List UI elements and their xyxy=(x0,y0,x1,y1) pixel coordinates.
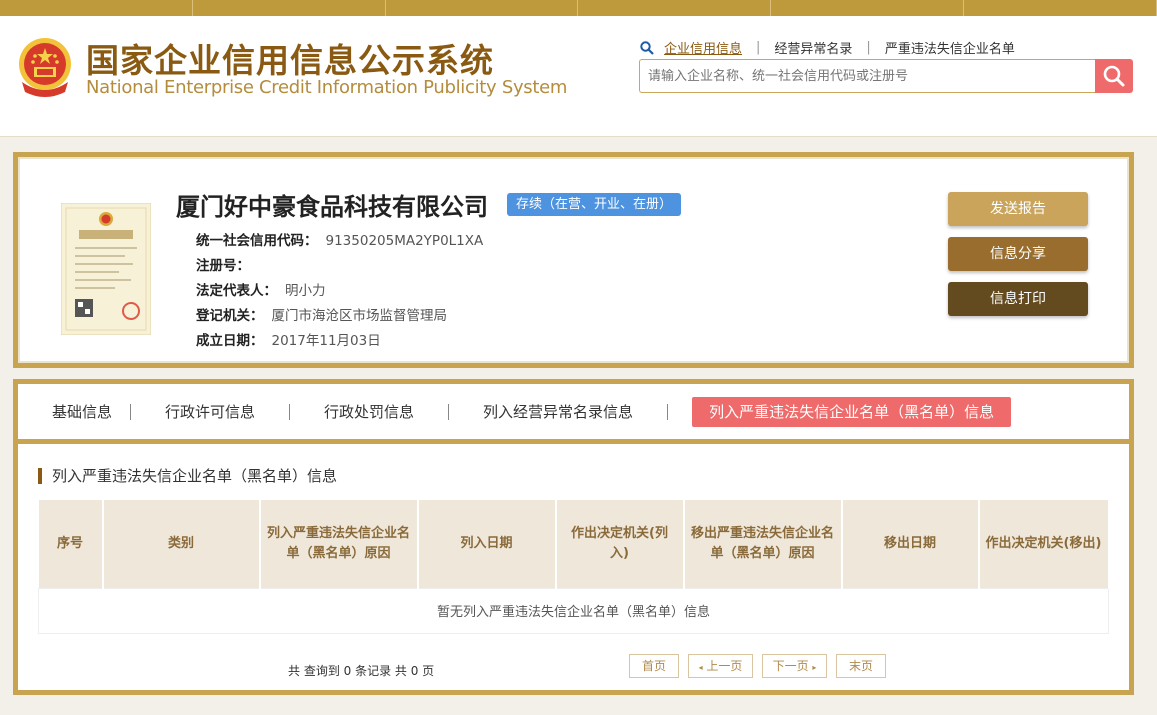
next-page-button[interactable]: 下一页 ▸ xyxy=(762,654,827,678)
tab-admin-license[interactable]: 行政许可信息 xyxy=(131,397,289,427)
tab-abnormal-list[interactable]: 列入经营异常名录信息 xyxy=(449,397,667,427)
column-header: 列入日期 xyxy=(417,500,557,588)
column-header: 移出严重违法失信企业名单（黑名单）原因 xyxy=(683,500,843,588)
nav-separator: | xyxy=(866,40,871,55)
site-subtitle: National Enterprise Credit Information P… xyxy=(86,77,568,98)
empty-message: 暂无列入严重违法失信企业名单（黑名单）信息 xyxy=(38,587,1109,634)
field-establish-date: 成立日期： 2017年11月03日 xyxy=(196,329,381,349)
search-input[interactable] xyxy=(639,59,1095,93)
search-icon xyxy=(640,40,654,55)
detail-panel: 基础信息 行政许可信息 行政处罚信息 列入经营异常名录信息 列入严重违法失信企业… xyxy=(13,379,1134,695)
column-header: 序号 xyxy=(38,500,104,588)
field-value: 明小力 xyxy=(285,283,326,299)
field-label: 注册号： xyxy=(196,258,250,274)
company-name: 厦门好中豪食品科技有限公司 xyxy=(176,193,488,221)
tab-basic-info[interactable]: 基础信息 xyxy=(34,397,130,427)
company-info-panel: 厦门好中豪食品科技有限公司 存续（在营、开业、在册） 统一社会信用代码： 9135… xyxy=(13,152,1134,368)
section-title: 列入严重违法失信企业名单（黑名单）信息 xyxy=(38,468,337,484)
tab-blacklist[interactable]: 列入严重违法失信企业名单（黑名单）信息 xyxy=(692,396,1012,427)
next-page-label: 下一页 xyxy=(772,659,809,673)
field-label: 成立日期： xyxy=(196,333,264,349)
nav-link-abnormal-list[interactable]: 经营异常名录 xyxy=(774,38,852,57)
print-info-button[interactable]: 信息打印 xyxy=(948,282,1088,316)
field-reg-no: 注册号： xyxy=(196,254,258,274)
top-stripe xyxy=(0,0,1157,16)
send-report-button[interactable]: 发送报告 xyxy=(948,192,1088,226)
status-badge: 存续（在营、开业、在册） xyxy=(507,193,682,216)
search-button[interactable] xyxy=(1095,59,1133,93)
column-header: 类别 xyxy=(102,500,261,588)
prev-page-label: 上一页 xyxy=(706,659,743,673)
field-value: 2017年11月03日 xyxy=(271,333,381,349)
chevron-left-icon: ◂ xyxy=(698,663,703,672)
field-label: 登记机关： xyxy=(196,308,264,324)
nav-link-blacklist[interactable]: 严重违法失信企业名单 xyxy=(885,38,1015,57)
header-nav: 企业信用信息 | 经营异常名录 | 严重违法失信企业名单 xyxy=(640,38,1015,57)
tab-divider xyxy=(667,403,669,420)
national-emblem-icon xyxy=(19,38,71,97)
last-page-button[interactable]: 末页 xyxy=(836,654,886,678)
nav-separator: | xyxy=(756,40,761,55)
field-value: 91350205MA2YP0L1XA xyxy=(325,233,484,249)
magnifier-icon xyxy=(1103,65,1125,87)
nav-link-credit-info[interactable]: 企业信用信息 xyxy=(664,38,742,57)
column-header: 作出决定机关(移出) xyxy=(978,500,1110,588)
column-header: 移出日期 xyxy=(841,500,980,588)
field-registration-authority: 登记机关： 厦门市海沧区市场监督管理局 xyxy=(196,304,447,324)
pager-info: 共 查询到 0 条记录 共 0 页 xyxy=(288,664,435,678)
table-row: 暂无列入严重违法失信企业名单（黑名单）信息 xyxy=(38,587,1109,634)
table-header-row: 序号 类别 列入严重违法失信企业名单（黑名单）原因 列入日期 作出决定机关(列入… xyxy=(38,500,1110,588)
column-header: 作出决定机关(列入) xyxy=(555,500,685,588)
tab-content: 列入严重违法失信企业名单（黑名单）信息 序号 类别 列入严重违法失信企业名单（黑… xyxy=(18,444,1129,690)
tab-admin-penalty[interactable]: 行政处罚信息 xyxy=(290,397,448,427)
prev-page-button[interactable]: ◂ 上一页 xyxy=(688,654,753,678)
business-license-image xyxy=(61,203,151,335)
field-label: 统一社会信用代码： xyxy=(196,233,318,249)
field-legal-rep: 法定代表人： 明小力 xyxy=(196,279,326,299)
share-info-button[interactable]: 信息分享 xyxy=(948,237,1088,271)
site-header: 国家企业信用信息公示系统 National Enterprise Credit … xyxy=(0,16,1157,137)
field-credit-code: 统一社会信用代码： 91350205MA2YP0L1XA xyxy=(196,229,483,249)
column-header: 列入严重违法失信企业名单（黑名单）原因 xyxy=(259,500,419,588)
site-title: 国家企业信用信息公示系统 xyxy=(86,41,494,80)
field-value: 厦门市海沧区市场监督管理局 xyxy=(271,308,448,324)
chevron-right-icon: ▸ xyxy=(812,663,817,672)
field-label: 法定代表人： xyxy=(196,283,277,299)
first-page-button[interactable]: 首页 xyxy=(629,654,679,678)
blacklist-table: 序号 类别 列入严重违法失信企业名单（黑名单）原因 列入日期 作出决定机关(列入… xyxy=(38,500,1110,634)
tab-bar: 基础信息 行政许可信息 行政处罚信息 列入经营异常名录信息 列入严重违法失信企业… xyxy=(18,384,1129,444)
